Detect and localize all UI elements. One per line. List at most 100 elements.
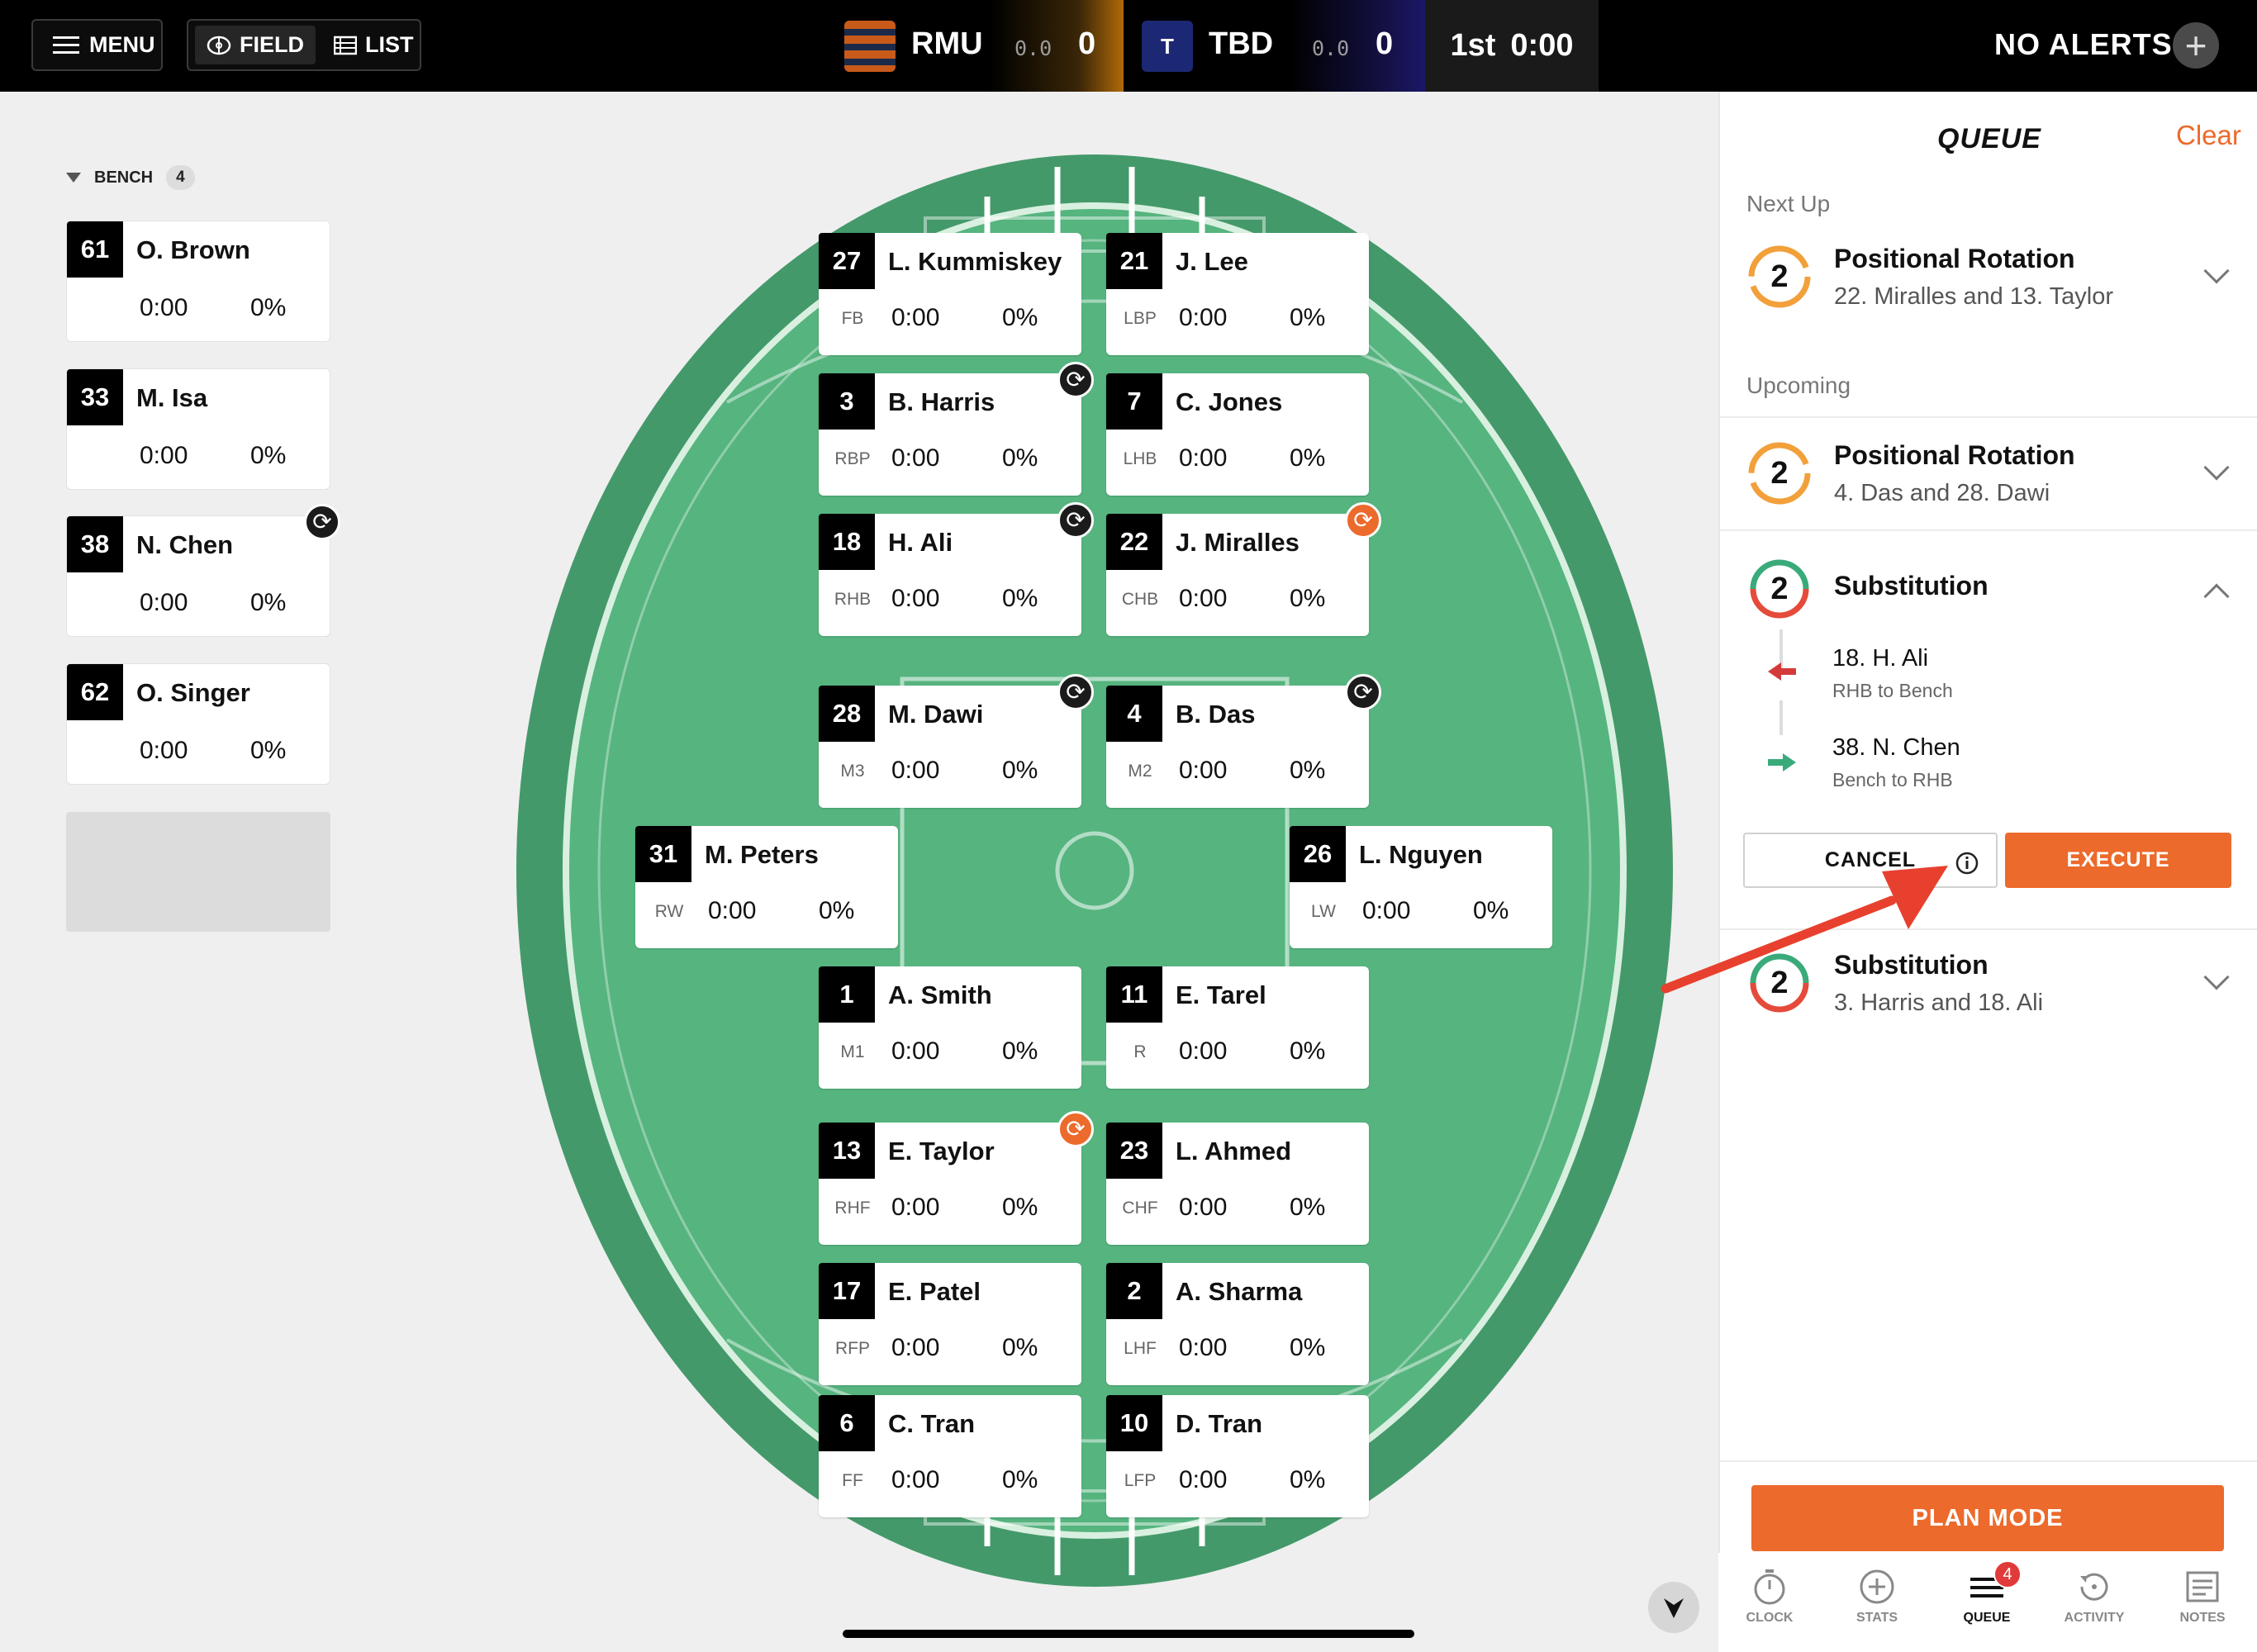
rotation-icon[interactable]: ⟳	[1345, 674, 1381, 710]
player-number: 27	[819, 233, 875, 289]
tab-clock[interactable]: CLOCK	[1728, 1568, 1811, 1626]
field-player-card[interactable]: 3 B. Harris RBP 0:00 0%	[819, 373, 1081, 496]
queue-item-rotation[interactable]: 2 Positional Rotation 22. Miralles and 1…	[1720, 240, 2257, 339]
arrow-left-icon	[1768, 662, 1796, 681]
player-name: J. Lee	[1176, 247, 1248, 276]
tab-stats[interactable]: STATS	[1836, 1568, 1918, 1626]
clear-queue-button[interactable]: Clear	[2176, 120, 2241, 151]
rotation-icon[interactable]: ⟳	[1057, 362, 1094, 398]
rotation-icon[interactable]: ⟳	[1057, 674, 1094, 710]
player-name: E. Taylor	[888, 1137, 995, 1165]
field-player-card[interactable]: 26 L. Nguyen LW 0:00 0%	[1290, 826, 1552, 948]
field-player-card[interactable]: 17 E. Patel RFP 0:00 0%	[819, 1263, 1081, 1385]
divider	[1720, 416, 2257, 418]
queue-count-badge: 4	[1993, 1560, 2022, 1588]
player-position: M1	[840, 1042, 865, 1061]
empty-bench-slot[interactable]	[66, 812, 330, 932]
notes-icon	[2186, 1571, 2219, 1602]
rotation-icon[interactable]: ⟳	[304, 504, 340, 540]
divider	[1720, 529, 2257, 531]
bench-header[interactable]: BENCH 4	[66, 165, 195, 190]
view-toggle: FIELD LIST	[187, 19, 421, 71]
field-player-card[interactable]: 27 L. Kummiskey FB 0:00 0%	[819, 233, 1081, 355]
list-view-label: LIST	[365, 32, 414, 57]
home-team-score[interactable]: RMU 0.0 0	[826, 0, 1124, 92]
history-icon	[2080, 1573, 2108, 1601]
orange-ring-icon: 2	[1748, 442, 1811, 505]
queue-item-title: Positional Rotation	[1834, 244, 2075, 273]
player-number: 61	[67, 221, 123, 278]
queue-item-subtitle: 22. Miralles and 13. Taylor	[1834, 283, 2113, 310]
menu-label: MENU	[89, 32, 155, 57]
bench-player-card[interactable]: 61 O. Brown 0:00 0%	[66, 221, 330, 342]
field-player-card[interactable]: 4 B. Das M2 0:00 0%	[1106, 686, 1369, 808]
field-player-card[interactable]: 13 E. Taylor RHF 0:00 0%	[819, 1123, 1081, 1245]
plan-mode-button[interactable]: PLAN MODE	[1751, 1485, 2224, 1551]
sub-in-player: 38. N. Chen	[1832, 734, 1960, 761]
player-name: E. Patel	[888, 1277, 981, 1306]
player-position: LHB	[1123, 449, 1157, 468]
queue-item-rotation[interactable]: 2 Positional Rotation 4. Das and 28. Daw…	[1720, 437, 2257, 536]
player-percent: 0%	[1002, 444, 1038, 472]
tab-activity[interactable]: ACTIVITY	[2053, 1568, 2136, 1626]
ring-count: 2	[1770, 966, 1788, 1000]
tab-notes[interactable]: NOTES	[2161, 1568, 2244, 1626]
player-time: 0:00	[1362, 897, 1411, 924]
chevron-down-icon[interactable]	[2203, 964, 2230, 990]
field-player-card[interactable]: 7 C. Jones LHB 0:00 0%	[1106, 373, 1369, 496]
player-position: RHF	[834, 1199, 871, 1218]
player-percent: 0%	[1290, 757, 1326, 784]
add-button[interactable]: +	[2173, 22, 2219, 69]
player-percent: 0%	[1002, 1194, 1038, 1221]
divider	[1720, 1460, 2257, 1462]
field-player-card[interactable]: 28 M. Dawi M3 0:00 0%	[819, 686, 1081, 808]
field-player-card[interactable]: 6 C. Tran FF 0:00 0%	[819, 1395, 1081, 1517]
execute-button[interactable]: EXECUTE	[2005, 833, 2231, 888]
player-time: 0:00	[140, 442, 188, 469]
bench-player-card[interactable]: 38 N. Chen 0:00 0%	[66, 515, 330, 637]
scroll-down-button[interactable]	[1648, 1582, 1699, 1633]
list-view-button[interactable]: LIST	[322, 26, 425, 64]
field-player-card[interactable]: 31 M. Peters RW 0:00 0%	[635, 826, 898, 948]
queued-rotation-icon[interactable]: ⟳	[1345, 502, 1381, 539]
field-player-card[interactable]: 1 A. Smith M1 0:00 0%	[819, 966, 1081, 1089]
field-view-button[interactable]: FIELD	[195, 26, 316, 64]
rotation-icon[interactable]: ⟳	[1057, 502, 1094, 539]
player-name: C. Jones	[1176, 387, 1283, 416]
game-clock[interactable]: 1st 0:00	[1425, 0, 1599, 92]
queue-item-substitution[interactable]: 2 Substitution 3. Harris and 18. Ali	[1720, 947, 2257, 1046]
alerts-status[interactable]: NO ALERTS	[1994, 27, 2173, 62]
field-player-card[interactable]: 2 A. Sharma LHF 0:00 0%	[1106, 1263, 1369, 1385]
field-player-card[interactable]: 22 J. Miralles CHB 0:00 0%	[1106, 514, 1369, 636]
field-player-card[interactable]: 23 L. Ahmed CHF 0:00 0%	[1106, 1123, 1369, 1245]
field-player-card[interactable]: 10 D. Tran LFP 0:00 0%	[1106, 1395, 1369, 1517]
cancel-button[interactable]: CANCEL	[1743, 833, 1998, 888]
player-time: 0:00	[891, 1334, 940, 1361]
bench-player-card[interactable]: 62 O. Singer 0:00 0%	[66, 663, 330, 785]
queue-item-title: Substitution	[1834, 950, 1989, 980]
queued-rotation-icon[interactable]: ⟳	[1057, 1111, 1094, 1147]
player-percent: 0%	[1290, 1466, 1326, 1493]
info-icon[interactable]	[1955, 851, 1979, 876]
player-number: 26	[1290, 826, 1346, 882]
chevron-down-icon[interactable]	[2203, 258, 2230, 284]
stopwatch-icon	[1754, 1569, 1785, 1605]
bench-player-card[interactable]: 33 M. Isa 0:00 0%	[66, 368, 330, 490]
field-player-card[interactable]: 18 H. Ali RHB 0:00 0%	[819, 514, 1081, 636]
menu-button[interactable]: MENU	[31, 19, 163, 71]
player-position: M2	[1128, 762, 1152, 781]
orange-ring-icon: 2	[1748, 245, 1811, 308]
home-indicator[interactable]	[843, 1630, 1414, 1638]
player-number: 23	[1106, 1123, 1162, 1179]
player-number: 2	[1106, 1263, 1162, 1319]
player-name: O. Singer	[136, 678, 250, 707]
arrow-right-icon	[1768, 753, 1796, 771]
away-team-score[interactable]: T TBD 0.0 0	[1124, 0, 1425, 92]
chevron-up-icon[interactable]	[2203, 583, 2230, 610]
field-player-card[interactable]: 11 E. Tarel R 0:00 0%	[1106, 966, 1369, 1089]
player-name: J. Miralles	[1176, 528, 1300, 557]
player-time: 0:00	[891, 585, 940, 612]
player-percent: 0%	[1290, 444, 1326, 472]
field-player-card[interactable]: 21 J. Lee LBP 0:00 0%	[1106, 233, 1369, 355]
chevron-down-icon[interactable]	[2203, 454, 2230, 481]
